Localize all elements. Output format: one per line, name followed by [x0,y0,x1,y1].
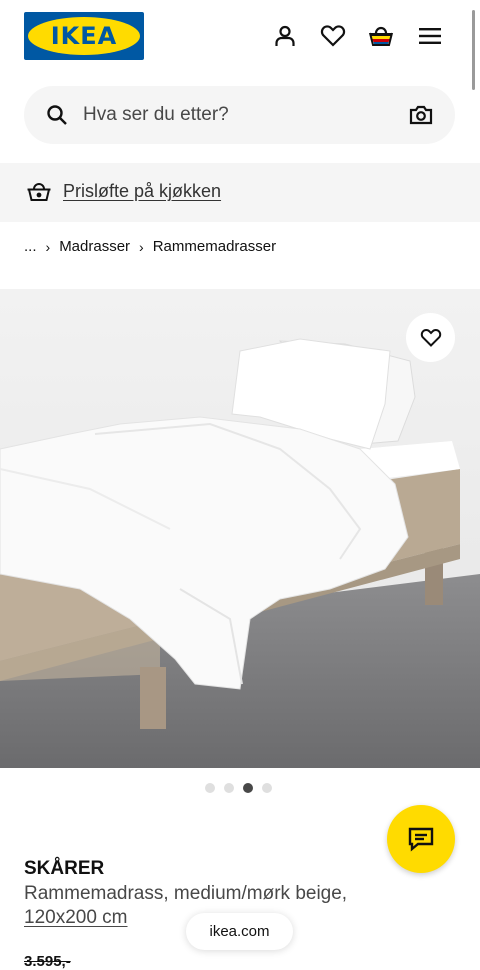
gallery-dot[interactable] [243,783,253,793]
breadcrumb-item-madrasser[interactable]: Madrasser [59,238,130,255]
search-icon [46,104,68,131]
chat-button[interactable] [387,805,455,873]
basket-outline-icon [26,180,52,209]
menu-icon[interactable] [412,18,448,54]
gallery-dot[interactable] [205,783,215,793]
favorite-button[interactable] [406,313,455,362]
product-name: SKÅRER [24,858,105,879]
browser-url-bar[interactable]: ikea.com [186,913,293,950]
gallery-dots [205,783,272,793]
gallery-dot[interactable] [262,783,272,793]
product-image[interactable] [0,289,480,768]
heart-icon[interactable] [315,18,351,54]
breadcrumb-ellipsis[interactable]: ... [24,238,37,255]
chevron-right-icon: › [45,238,51,255]
search-input[interactable]: Hva ser du etter? [83,104,229,126]
logo-oval: IKEA [28,17,140,55]
breadcrumb-item-rammemadrasser[interactable]: Rammemadrasser [153,238,276,255]
gallery-dot[interactable] [224,783,234,793]
promo-link[interactable]: Prisløfte på kjøkken [63,181,221,202]
user-icon[interactable] [267,18,303,54]
chevron-right-icon: › [139,238,144,255]
product-size-link[interactable]: 120x200 cm [24,907,128,929]
chat-icon [408,827,434,852]
search-bar[interactable]: Hva ser du etter? [24,86,455,144]
url-text: ikea.com [209,923,270,940]
promo-banner[interactable]: Prisløfte på kjøkken [0,163,480,222]
heart-icon [420,328,441,347]
logo-text: IKEA [50,22,118,50]
old-price: 3.595,- [24,953,71,970]
breadcrumb: ... › Madrasser › Rammemadrasser [24,238,276,255]
product-description: Rammemadrass, medium/mørk beige, [24,883,348,904]
top-bar: IKEA [0,0,480,75]
ikea-logo[interactable]: IKEA [24,12,144,60]
basket-icon[interactable] [363,18,399,54]
bed-illustration [0,289,480,768]
camera-icon[interactable] [409,104,433,131]
